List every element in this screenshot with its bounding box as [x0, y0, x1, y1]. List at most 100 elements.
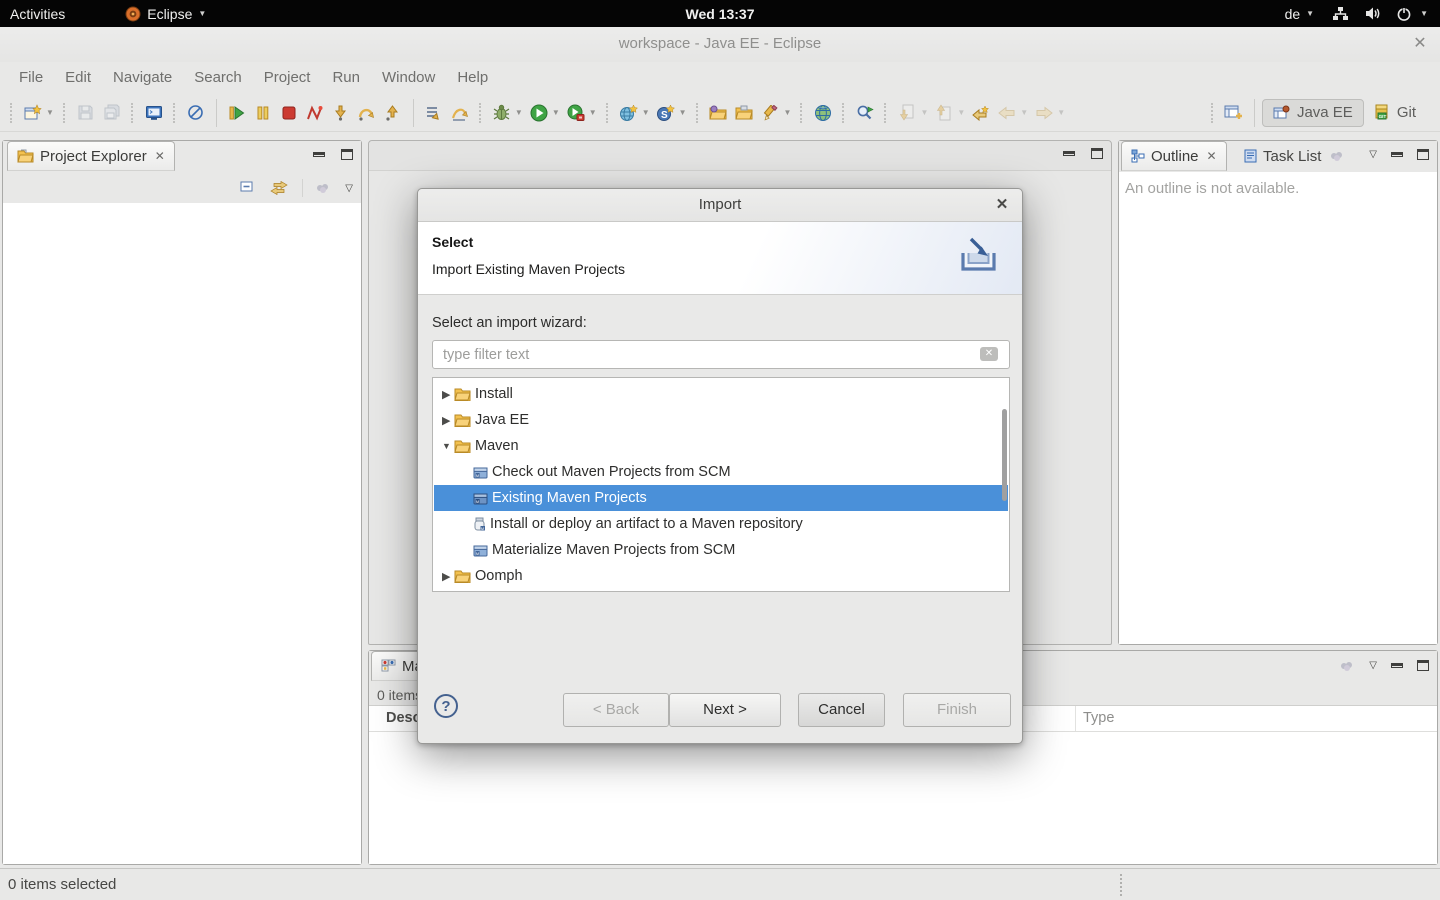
skip-breakpoints-button[interactable] [183, 100, 209, 126]
tree-item-install-deploy-artifact[interactable]: M Install or deploy an artifact to a Mav… [434, 511, 1008, 537]
tree-item-existing-maven[interactable]: M Existing Maven Projects [434, 485, 1008, 511]
volume-icon[interactable] [1357, 0, 1390, 27]
tree-item-install[interactable]: ▶ Install [434, 381, 1008, 407]
back-dropdown-icon[interactable]: ▼ [1020, 108, 1028, 117]
next-annotation-button[interactable] [894, 100, 920, 126]
open-perspective-button[interactable] [1221, 100, 1247, 126]
back-button[interactable]: < Back [563, 693, 669, 727]
minimize-icon[interactable] [1063, 151, 1075, 156]
view-dropdown-icon[interactable]: ▽ [345, 183, 353, 194]
view-menu-icon[interactable] [317, 184, 331, 192]
dialog-close-icon[interactable]: ✕ [992, 195, 1012, 215]
maximize-icon[interactable] [1417, 149, 1429, 160]
maximize-icon[interactable] [1417, 660, 1429, 671]
minimize-icon[interactable] [1391, 663, 1403, 668]
previous-annotation-dropdown-icon[interactable]: ▼ [957, 108, 965, 117]
menu-file[interactable]: File [8, 62, 54, 94]
chevron-right-icon[interactable]: ▶ [442, 570, 454, 583]
window-titlebar[interactable]: workspace - Java EE - Eclipse ✕ [0, 27, 1440, 62]
new-wizard-dropdown-icon[interactable]: ▼ [46, 108, 54, 117]
chevron-right-icon[interactable]: ▶ [442, 388, 454, 401]
tree-item-checkout-maven[interactable]: M Check out Maven Projects from SCM [434, 459, 1008, 485]
tab-outline[interactable]: Outline ✕ [1121, 141, 1227, 171]
menu-search[interactable]: Search [183, 62, 253, 94]
activities-button[interactable]: Activities [0, 0, 75, 27]
chevron-down-icon[interactable]: ▼ [442, 441, 454, 451]
new-web-project-dropdown-icon[interactable]: ▼ [642, 108, 650, 117]
menu-run[interactable]: Run [321, 62, 371, 94]
menu-project[interactable]: Project [253, 62, 322, 94]
annotate-button[interactable] [758, 100, 784, 126]
clear-filter-icon[interactable]: ✕ [980, 347, 998, 361]
collapse-all-button[interactable] [240, 181, 256, 195]
step-through-filters-button[interactable] [447, 100, 473, 126]
tree-item-materialize-maven[interactable]: M Materialize Maven Projects from SCM [434, 537, 1008, 563]
coverage-dropdown-icon[interactable]: ▼ [589, 108, 597, 117]
run-dropdown-icon[interactable]: ▼ [552, 108, 560, 117]
menu-edit[interactable]: Edit [54, 62, 102, 94]
tree-item-maven[interactable]: ▼ Maven [434, 433, 1008, 459]
run-button[interactable] [526, 100, 552, 126]
power-icon[interactable] [1390, 0, 1418, 27]
app-menu[interactable]: Eclipse ▼ [115, 0, 216, 27]
cancel-button[interactable]: Cancel [798, 693, 885, 727]
next-annotation-dropdown-icon[interactable]: ▼ [920, 108, 928, 117]
forward-dropdown-icon[interactable]: ▼ [1057, 108, 1065, 117]
coverage-button[interactable] [563, 100, 589, 126]
resume-button[interactable] [224, 100, 250, 126]
help-button[interactable]: ? [434, 694, 458, 718]
keyboard-layout-indicator[interactable]: de ▼ [1275, 0, 1325, 27]
new-service-dropdown-icon[interactable]: ▼ [679, 108, 687, 117]
window-close-icon[interactable]: ✕ [1410, 34, 1430, 54]
forward-button[interactable] [1031, 100, 1057, 126]
menu-navigate[interactable]: Navigate [102, 62, 183, 94]
step-into-button[interactable] [328, 100, 354, 126]
save-all-button[interactable] [99, 100, 125, 126]
step-over-button[interactable] [354, 100, 380, 126]
close-icon[interactable]: ✕ [155, 149, 165, 163]
view-menu-icon[interactable] [1341, 662, 1355, 670]
markers-table-body[interactable] [369, 732, 1437, 864]
disconnect-button[interactable] [302, 100, 328, 126]
minimize-icon[interactable] [1391, 152, 1403, 157]
finish-button[interactable]: Finish [903, 693, 1011, 727]
view-dropdown-icon[interactable]: ▽ [1369, 660, 1377, 671]
new-wizard-button[interactable] [20, 100, 46, 126]
show-execution-flow-button[interactable] [421, 100, 447, 126]
maximize-icon[interactable] [1091, 148, 1103, 159]
tree-scrollbar[interactable] [1002, 409, 1007, 501]
dialog-titlebar[interactable]: Import ✕ [418, 189, 1022, 222]
filter-input[interactable] [432, 340, 1010, 369]
link-with-editor-button[interactable] [270, 181, 288, 195]
open-resource-button[interactable] [732, 100, 758, 126]
perspective-git-button[interactable]: GIT Git [1364, 99, 1426, 127]
save-button[interactable] [73, 100, 99, 126]
menu-help[interactable]: Help [446, 62, 499, 94]
suspend-button[interactable] [250, 100, 276, 126]
project-explorer-content[interactable] [3, 203, 361, 864]
minimize-icon[interactable] [313, 152, 325, 157]
terminate-button[interactable] [276, 100, 302, 126]
tree-item-oomph[interactable]: ▶ Oomph [434, 563, 1008, 589]
debug-button[interactable] [489, 100, 515, 126]
tab-project-explorer[interactable]: Project Explorer ✕ [7, 141, 175, 171]
last-edit-location-button[interactable] [968, 100, 994, 126]
new-web-project-button[interactable] [616, 100, 642, 126]
annotate-dropdown-icon[interactable]: ▼ [784, 108, 792, 117]
step-return-button[interactable] [380, 100, 406, 126]
menu-window[interactable]: Window [371, 62, 446, 94]
java-search-button[interactable] [852, 100, 878, 126]
view-dropdown-icon[interactable]: ▽ [1369, 149, 1377, 160]
tab-task-list[interactable]: Task List [1235, 141, 1354, 171]
maximize-icon[interactable] [341, 149, 353, 160]
column-type[interactable]: Type [1083, 710, 1114, 726]
web-browser-button[interactable] [810, 100, 836, 126]
perspective-java-ee-button[interactable]: Java EE [1262, 99, 1364, 127]
back-button[interactable] [994, 100, 1020, 126]
tree-item-java-ee[interactable]: ▶ Java EE [434, 407, 1008, 433]
debug-dropdown-icon[interactable]: ▼ [515, 108, 523, 117]
next-button[interactable]: Next > [669, 693, 781, 727]
network-icon[interactable] [1324, 0, 1357, 27]
new-service-button[interactable]: S [653, 100, 679, 126]
open-console-button[interactable] [141, 100, 167, 126]
